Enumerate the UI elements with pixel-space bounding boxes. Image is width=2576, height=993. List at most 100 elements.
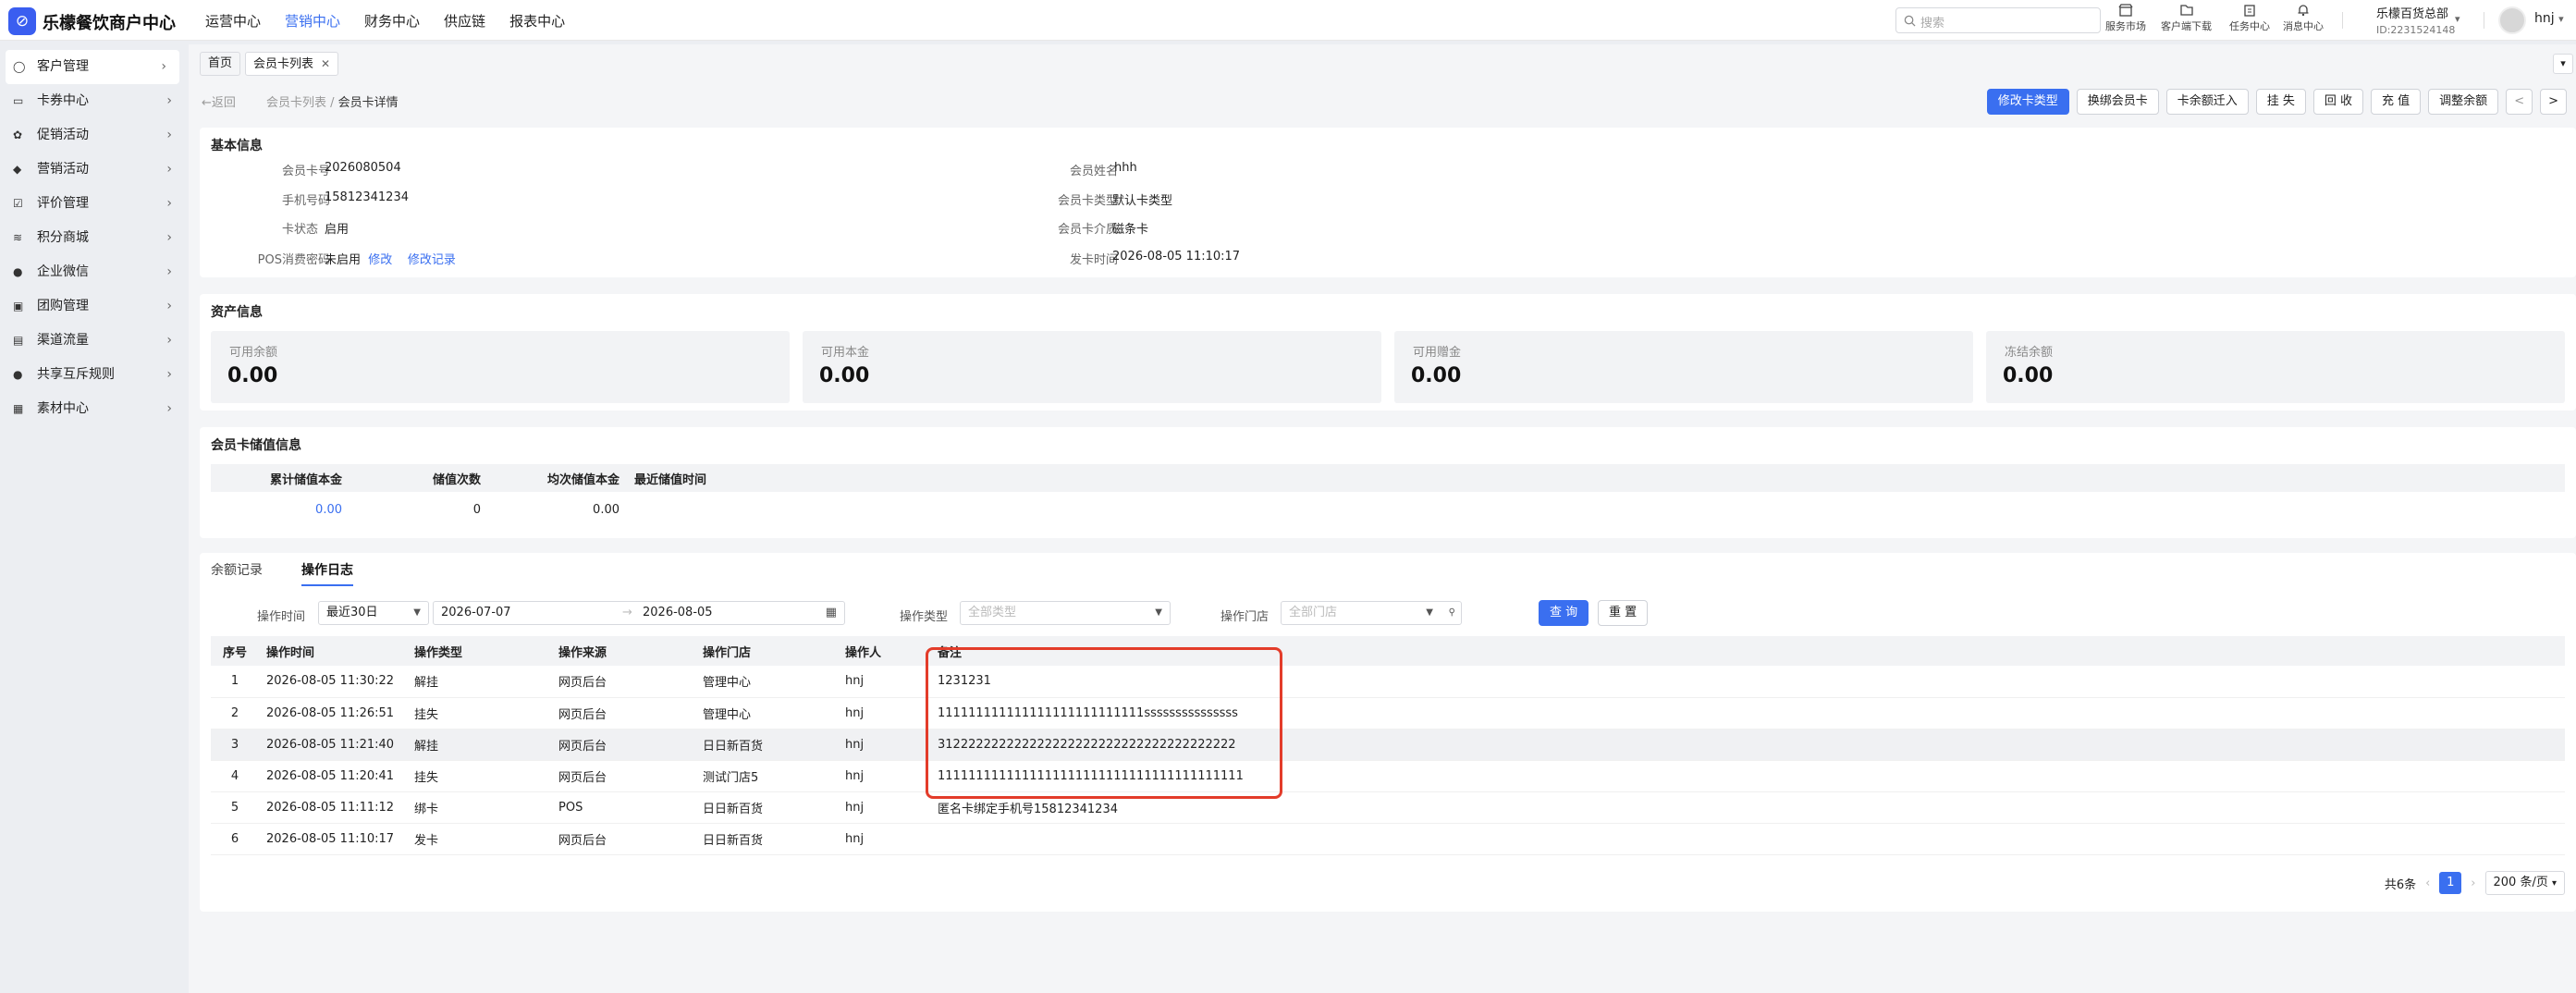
sidebar-item-7[interactable]: ▣ 团购管理 › [0, 289, 185, 324]
table-cell: 0.00 [593, 502, 619, 517]
time-range-select[interactable]: 最近30日 ▼ [318, 601, 429, 625]
divider [2342, 12, 2343, 29]
card-type-value: 默认卡类型 [1112, 194, 1173, 208]
table-cell: 6 [211, 823, 259, 855]
table-cell [930, 823, 1245, 855]
chevron-right-icon: › [166, 333, 172, 348]
column-header-filler [784, 464, 2565, 492]
change-card-type-button[interactable]: 修改卡类型 [1986, 89, 2069, 115]
next-page-button[interactable]: › [2471, 877, 2475, 890]
sidebar-item-0[interactable]: ◯ 客户管理 › [6, 50, 179, 84]
sidebar-item-2[interactable]: ✿ 促销活动 › [0, 118, 185, 153]
rebind-card-button[interactable]: 换绑会员卡 [2076, 89, 2159, 115]
asset-value: 0.00 [819, 364, 870, 387]
table-header-row: 序号 操作时间 操作类型 操作来源 操作门店 操作人 备注 [211, 636, 2565, 666]
table-cell: POS [551, 791, 695, 824]
sidebar-item-8[interactable]: ▤ 渠道流量 › [0, 324, 185, 358]
org-id: ID:2231524148 [2376, 24, 2456, 36]
table-cell: 挂失 [407, 760, 551, 792]
sidebar-item-9[interactable]: ● 共享互斥规则 › [0, 358, 185, 392]
sidebar-item-6[interactable]: ● 企业微信 › [0, 255, 185, 289]
asset-frozen-balance: 冻结余额 0.00 [1986, 331, 2565, 403]
issue-time-label: 发卡时间 [1069, 253, 1118, 267]
table-cell: 2026-08-05 11:26:51 [259, 697, 407, 729]
table-cell: 312222222222222222222222222222222222222 [930, 729, 1245, 761]
tool-download[interactable]: 客户端下载 [2161, 4, 2212, 33]
recharge-button[interactable]: 充 值 [2371, 89, 2422, 115]
end-date[interactable]: 2026-08-05 [643, 602, 713, 624]
table-cell: hnj [838, 697, 930, 729]
wechat-icon: ● [13, 265, 23, 278]
table-cell: 2026-08-05 11:30:22 [259, 666, 407, 698]
sidebar-item-label: 评价管理 [37, 196, 89, 211]
asset-available-balance: 可用余额 0.00 [211, 331, 790, 403]
page-size-select[interactable]: 200 条/页 ▾ [2484, 871, 2565, 895]
search-icon[interactable]: ⚲ [1449, 602, 1455, 624]
adjust-balance-button[interactable]: 调整余额 [2428, 89, 2499, 115]
table-cell: 2 [211, 697, 259, 729]
topnav-item-marketing[interactable]: 营销中心 [285, 11, 340, 31]
date-range-picker[interactable]: 2026-07-07 → 2026-08-05 ▦ [433, 601, 845, 625]
chevron-right-icon: › [166, 230, 172, 245]
pos-edit-link[interactable]: 修改 [368, 253, 392, 267]
tool-store[interactable]: 服务市场 [2105, 4, 2146, 33]
chevron-down-icon[interactable]: ▾ [2455, 13, 2460, 25]
topnav-item-reports[interactable]: 报表中心 [509, 11, 565, 31]
table-cell: hnj [838, 760, 930, 792]
avatar[interactable] [2498, 6, 2526, 34]
prev-button[interactable]: < [2506, 89, 2533, 115]
next-button[interactable]: > [2540, 89, 2567, 115]
search-input[interactable]: 搜索 [1895, 7, 2101, 33]
prev-page-button[interactable]: ‹ [2425, 877, 2430, 890]
sidebar-item-1[interactable]: ▭ 卡券中心 › [0, 84, 185, 118]
table-row: 0.00 0 0.00 [211, 492, 2565, 527]
table-cell: 测试门店5 [695, 760, 838, 792]
recycle-button[interactable]: 回 收 [2312, 89, 2364, 115]
close-icon[interactable]: ✕ [321, 57, 330, 70]
table-cell: 1231231 [930, 666, 1245, 698]
query-button[interactable]: 查 询 [1539, 600, 1589, 626]
tag-icon: ◆ [13, 163, 22, 176]
sidebar-item-label: 客户管理 [37, 59, 89, 74]
operation-type-select[interactable]: 全部类型 ▼ [960, 601, 1171, 625]
subtab-operation-log[interactable]: 操作日志 [301, 560, 353, 586]
chevron-right-icon: › [166, 367, 172, 382]
table-cell: 网页后台 [551, 760, 695, 792]
topnav-item-operation[interactable]: 运营中心 [205, 11, 261, 31]
sidebar-item-4[interactable]: ☑ 评价管理 › [0, 187, 185, 221]
tool-task[interactable]: 任务中心 [2229, 4, 2270, 33]
tab-member-card-list[interactable]: 会员卡列表 ✕ [245, 52, 339, 76]
app-logo-icon[interactable]: ⊘ [8, 7, 36, 35]
asset-label: 可用余额 [229, 346, 278, 360]
page-1-button[interactable]: 1 [2439, 872, 2462, 894]
group-buy-icon: ▣ [13, 300, 24, 313]
stored-principal-link[interactable]: 0.00 [211, 492, 350, 527]
report-loss-button[interactable]: 挂 失 [2255, 89, 2306, 115]
pos-log-link[interactable]: 修改记录 [408, 253, 456, 267]
breadcrumb-parent[interactable]: 会员卡列表 [266, 96, 326, 110]
sidebar-item-5[interactable]: ≋ 积分商城 › [0, 221, 185, 255]
tab-home[interactable]: 首页 [200, 52, 241, 76]
migrate-balance-button[interactable]: 卡余额迁入 [2165, 89, 2249, 115]
tabs-collapse-button[interactable]: ▾ [2553, 54, 2573, 74]
status-value: 启用 [325, 223, 350, 237]
back-link[interactable]: ←返回 [202, 96, 236, 110]
org-switcher[interactable]: 乐檬百货总部 ID:2231524148 [2376, 4, 2455, 36]
table-cell [1245, 760, 2565, 792]
sidebar-item-label: 共享互斥规则 [37, 367, 115, 382]
user-menu[interactable]: hnj ▾ [2534, 11, 2564, 26]
reset-button[interactable]: 重 置 [1598, 600, 1649, 626]
operation-store-select[interactable]: 全部门店 ▼ ⚲ [1281, 601, 1462, 625]
start-date[interactable]: 2026-07-07 [441, 606, 511, 619]
filter-type-label: 操作类型 [900, 610, 949, 624]
topnav-item-finance[interactable]: 财务中心 [364, 11, 420, 31]
sidebar-item-10[interactable]: ▦ 素材中心 › [0, 392, 185, 426]
topnav-item-supply[interactable]: 供应链 [444, 11, 485, 31]
download-icon [2179, 5, 2193, 16]
tool-messages[interactable]: 消息中心 [2283, 4, 2324, 33]
arrow-left-icon: ← [202, 96, 212, 110]
subtab-balance-records[interactable]: 余额记录 [211, 560, 263, 584]
sidebar-item-3[interactable]: ◆ 营销活动 › [0, 153, 185, 187]
table-cell: 5 [211, 791, 259, 824]
chevron-right-icon: › [166, 128, 172, 142]
